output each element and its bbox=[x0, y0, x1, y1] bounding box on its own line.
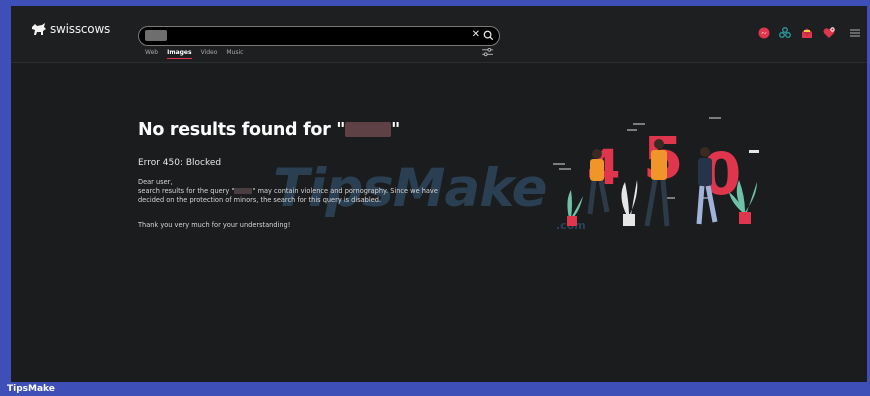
mail-icon[interactable] bbox=[801, 27, 813, 39]
error-code: Error 450: Blocked bbox=[138, 158, 222, 168]
message-line-1a: search results for the query " bbox=[138, 187, 235, 195]
teamviewer-icon[interactable] bbox=[779, 27, 791, 39]
thanks-message: Thank you very much for your understandi… bbox=[138, 221, 291, 229]
search-input[interactable] bbox=[145, 30, 167, 41]
redacted-query-inline bbox=[234, 188, 253, 194]
logo[interactable]: swisscows bbox=[31, 22, 110, 36]
footer-brand: TipsMake bbox=[7, 384, 55, 394]
messenger-icon[interactable] bbox=[758, 27, 770, 39]
clear-icon[interactable]: ✕ bbox=[472, 29, 480, 41]
redacted-query bbox=[345, 122, 392, 137]
logo-text: swisscows bbox=[50, 22, 111, 36]
message-line-1b: " may contain violence and pornography. … bbox=[252, 187, 438, 195]
logo-cow-icon bbox=[32, 23, 46, 35]
page-title: No results found for " " bbox=[138, 120, 400, 140]
error-illustration: 4 5 0 bbox=[553, 117, 759, 227]
title-text: No results found for " bbox=[138, 120, 346, 140]
filter-icon[interactable] bbox=[482, 48, 493, 57]
message-line-2: decided on the protection of minors, the… bbox=[138, 196, 382, 204]
tab-video[interactable]: Video bbox=[201, 49, 218, 59]
search-icon[interactable] bbox=[483, 30, 494, 41]
tab-images[interactable]: Images bbox=[167, 49, 192, 59]
message-line-1: search results for the query " " may cont… bbox=[138, 187, 438, 196]
heart-icon[interactable] bbox=[823, 27, 835, 39]
menu-icon[interactable] bbox=[849, 27, 861, 39]
plant-left bbox=[567, 190, 583, 226]
search-bar: ✕ bbox=[138, 26, 500, 46]
browser-frame: swisscows ✕ Web Images Video Music TipsM… bbox=[11, 6, 867, 382]
tab-music[interactable]: Music bbox=[226, 49, 243, 59]
greeting: Dear user, bbox=[138, 178, 173, 186]
dash-mark bbox=[749, 150, 759, 153]
plant-middle bbox=[621, 180, 638, 226]
search-tabs: Web Images Video Music bbox=[145, 49, 243, 59]
title-end: " bbox=[391, 120, 400, 140]
header: swisscows ✕ Web Images Video Music bbox=[11, 6, 867, 63]
tab-web[interactable]: Web bbox=[145, 49, 158, 59]
